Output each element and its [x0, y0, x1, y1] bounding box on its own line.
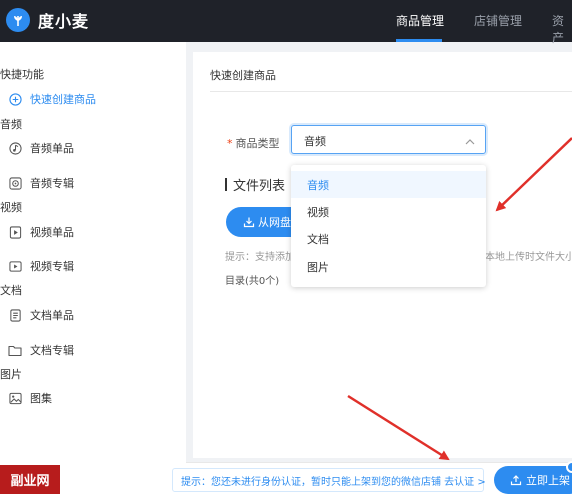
annotation-arrow-notice	[347, 394, 450, 461]
annotation-arrows	[347, 137, 572, 461]
annotation-arrow-dropdown	[495, 137, 572, 212]
